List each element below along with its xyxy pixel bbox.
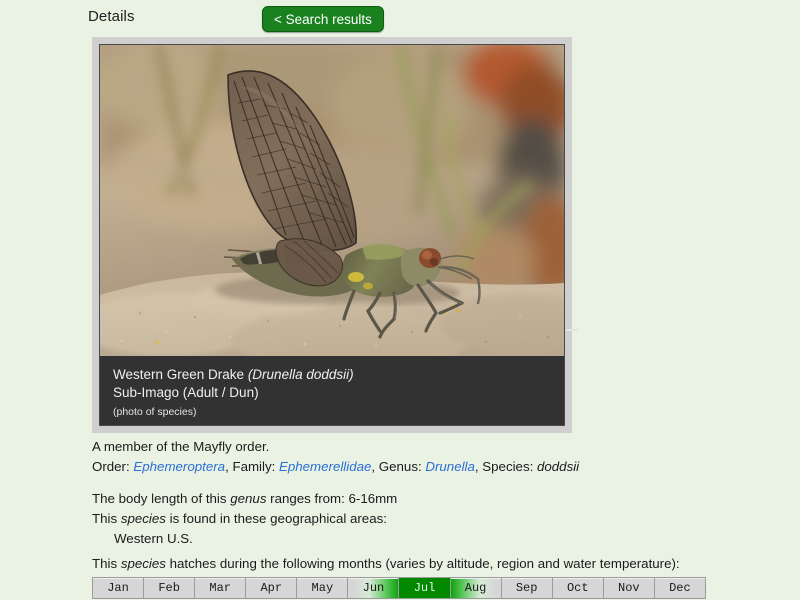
family-link[interactable]: Ephemerellidae xyxy=(279,459,371,474)
caption-species-name: Western Green Drake (Drunella doddsii) xyxy=(113,366,564,384)
caption-life-stage: Sub-Imago (Adult / Dun) xyxy=(113,385,259,400)
month-cell-nov[interactable]: Nov xyxy=(603,578,655,598)
month-label: Jan xyxy=(107,581,129,595)
text-spacer-1 xyxy=(92,477,772,489)
month-label: Oct xyxy=(566,581,589,595)
geo-prefix: This xyxy=(92,511,121,526)
caption-photo-note: (photo of species) xyxy=(113,406,197,418)
hatch-months-section: This species hatches during the followin… xyxy=(92,555,792,599)
back-to-search-results-button[interactable]: < Search results xyxy=(262,6,384,32)
caption-scientific-name: (Drunella doddsii) xyxy=(247,367,354,382)
hatch-months-label: This species hatches during the followin… xyxy=(92,555,792,573)
order-note: A member of the Mayfly order. xyxy=(92,439,270,454)
hatch-label-suffix: hatches during the following months (var… xyxy=(165,556,680,571)
month-label: Jun xyxy=(362,581,385,595)
order-link[interactable]: Ephemeroptera xyxy=(133,459,225,474)
month-label: Nov xyxy=(618,581,640,595)
family-label: , Family: xyxy=(225,459,279,474)
month-cell-mar[interactable]: Mar xyxy=(195,578,247,598)
month-cell-dec[interactable]: Dec xyxy=(654,578,705,598)
month-cell-jan[interactable]: Jan xyxy=(93,578,145,598)
body-length-line: The body length of this genus ranges fro… xyxy=(92,489,772,509)
month-cell-feb[interactable]: Feb xyxy=(144,578,196,598)
geographic-areas-line: This species is found in these geographi… xyxy=(92,509,772,529)
species-value: doddsii xyxy=(537,459,580,474)
species-label: , Species: xyxy=(474,459,537,474)
caption-common-name: Western Green Drake xyxy=(113,367,248,382)
genus-link[interactable]: Drunella xyxy=(425,459,475,474)
geo-species-word: species xyxy=(120,511,166,526)
species-photo-inner: Western Green Drake (Drunella doddsii) S… xyxy=(99,44,565,426)
month-cell-apr[interactable]: Apr xyxy=(246,578,298,598)
mayfly-photo[interactable] xyxy=(100,45,564,356)
month-label: Dec xyxy=(669,581,691,595)
month-label: Aug xyxy=(464,581,487,595)
geo-suffix: is found in these geographical areas: xyxy=(165,511,387,526)
species-detail-text: A member of the Mayfly order. Order: Eph… xyxy=(92,437,772,549)
geographic-area-item: Western U.S. xyxy=(114,531,193,546)
month-cell-oct[interactable]: Oct xyxy=(552,578,604,598)
body-length-genus-word: genus xyxy=(230,491,267,506)
page-title: Details xyxy=(88,8,135,25)
month-cell-sep[interactable]: Sep xyxy=(501,578,553,598)
month-cell-jul[interactable]: Jul xyxy=(399,578,451,598)
month-label: May xyxy=(311,581,334,595)
details-header: Details < Search results xyxy=(0,0,800,36)
month-label: Sep xyxy=(515,581,538,595)
hatch-months-row: Jan Feb Mar Apr May Jun Jul Aug Sep Oct Nov Dec xyxy=(92,577,706,599)
month-label: Mar xyxy=(209,581,231,595)
hatch-label-prefix: This xyxy=(92,556,121,571)
month-cell-aug[interactable]: Aug xyxy=(450,578,502,598)
month-label: Feb xyxy=(158,581,180,595)
month-cell-jun[interactable]: Jun xyxy=(348,578,400,598)
hatch-species-word: species xyxy=(120,556,166,571)
month-cell-may[interactable]: May xyxy=(297,578,349,598)
body-length-prefix: The body length of this xyxy=(92,491,231,506)
genus-label: , Genus: xyxy=(371,459,426,474)
frame-edge-artifact xyxy=(566,329,578,331)
month-label: Apr xyxy=(260,581,283,595)
photo-caption: Western Green Drake (Drunella doddsii) S… xyxy=(100,356,564,425)
taxonomy-line: Order: Ephemeroptera, Family: Ephemerell… xyxy=(92,457,772,477)
body-length-value: ranges from: 6-16mm xyxy=(266,491,398,506)
species-photo-frame: Western Green Drake (Drunella doddsii) S… xyxy=(92,37,572,433)
order-label: Order: xyxy=(92,459,134,474)
month-label: Jul xyxy=(413,581,436,595)
